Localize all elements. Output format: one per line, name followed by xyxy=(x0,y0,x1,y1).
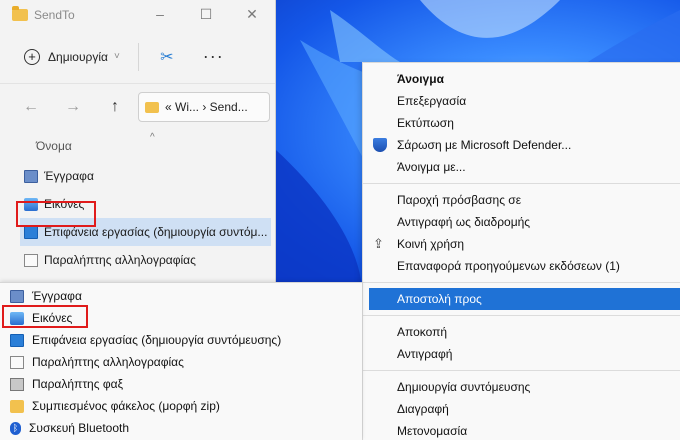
send-to-item-mail-recipient[interactable]: Παραλήπτης αλληλογραφίας xyxy=(0,351,362,373)
up-arrow-icon[interactable]: ↑ xyxy=(104,98,126,116)
scissors-icon[interactable]: ✂ xyxy=(153,47,181,67)
window-title: SendTo xyxy=(34,8,75,22)
back-arrow-icon[interactable]: ← xyxy=(20,98,42,116)
menu-item-label: Άνοιγμα με... xyxy=(397,160,466,174)
menu-item-label: Κοινή χρήση xyxy=(397,237,465,251)
new-button[interactable]: + Δημιουργία ˅ xyxy=(24,48,120,65)
menu-item-open-with[interactable]: Άνοιγμα με... xyxy=(363,156,680,178)
navigation-bar: ← → ↑ « Wi... › Send... xyxy=(0,84,275,130)
menu-item-label: Παροχή πρόσβασης σε xyxy=(397,193,522,207)
send-to-item-documents[interactable]: Έγγραφα xyxy=(0,285,362,307)
title-bar: SendTo – ☐ ✕ xyxy=(0,0,275,30)
menu-item-restore-versions[interactable]: Επαναφορά προηγούμενων εκδόσεων (1) xyxy=(363,255,680,277)
menu-item-label: Διαγραφή xyxy=(397,402,449,416)
send-to-item-label: Επιφάνεια εργασίας (δημιουργία συντόμευσ… xyxy=(32,333,282,347)
more-options-icon[interactable]: ··· xyxy=(203,46,224,67)
menu-item-label: Αντιγραφή xyxy=(397,347,453,361)
menu-item-label: Δημιουργία συντόμευσης xyxy=(397,380,531,394)
menu-item-open[interactable]: Άνοιγμα xyxy=(363,68,680,90)
menu-item-share[interactable]: ⇪ Κοινή χρήση xyxy=(363,233,680,255)
desktop-icon xyxy=(24,225,38,239)
minimize-button[interactable]: – xyxy=(137,0,183,28)
menu-divider xyxy=(363,370,680,371)
share-icon: ⇪ xyxy=(373,236,384,251)
file-name: Παραλήπτης αλληλογραφίας xyxy=(44,253,196,267)
send-to-item-label: Παραλήπτης αλληλογραφίας xyxy=(32,355,184,369)
menu-item-edit[interactable]: Επεξεργασία xyxy=(363,90,680,112)
send-to-item-label: Συμπιεσμένος φάκελος (μορφή zip) xyxy=(32,399,220,413)
chevron-down-icon: ˅ xyxy=(113,51,120,62)
menu-item-print[interactable]: Εκτύπωση xyxy=(363,112,680,134)
name-column-header[interactable]: Όνομα ^ xyxy=(0,130,275,162)
sort-caret-icon: ^ xyxy=(150,132,155,143)
address-bar[interactable]: « Wi... › Send... xyxy=(138,92,270,122)
menu-item-send-to[interactable]: Αποστολή προς xyxy=(369,288,680,310)
menu-item-create-shortcut[interactable]: Δημιουργία συντόμευσης xyxy=(363,376,680,398)
file-row-mail-recipient[interactable]: Παραλήπτης αλληλογραφίας xyxy=(0,246,275,274)
send-to-item-label: Παραλήπτης φαξ xyxy=(32,377,123,391)
shield-icon xyxy=(373,138,387,152)
send-to-item-label: Έγγραφα xyxy=(32,289,82,303)
annotation-highlight-box xyxy=(16,201,96,227)
menu-item-label: Άνοιγμα xyxy=(397,72,444,86)
close-button[interactable]: ✕ xyxy=(229,0,275,28)
mail-recipient-icon xyxy=(10,355,24,369)
file-name: Επιφάνεια εργασίας (δημιουργία συντόμ... xyxy=(44,225,268,239)
column-header-label: Όνομα xyxy=(36,139,72,153)
menu-item-copy-as-path[interactable]: Αντιγραφή ως διαδρομής xyxy=(363,211,680,233)
file-explorer-window: SendTo – ☐ ✕ + Δημιουργία ˅ ✂ ··· ← → ↑ … xyxy=(0,0,276,290)
annotation-highlight-box xyxy=(2,305,88,328)
toolbar-divider xyxy=(137,42,139,71)
menu-item-label: Εκτύπωση xyxy=(397,116,454,130)
plus-icon: + xyxy=(24,48,40,65)
address-path: « Wi... › Send... xyxy=(165,100,248,114)
new-button-label: Δημιουργία xyxy=(48,49,108,64)
window-controls: – ☐ ✕ xyxy=(137,0,275,28)
send-to-item-fax-recipient[interactable]: Παραλήπτης φαξ xyxy=(0,373,362,395)
bluetooth-icon: ᛒ xyxy=(10,421,21,435)
file-row-documents[interactable]: Έγγραφα xyxy=(0,162,275,190)
folder-icon xyxy=(12,6,28,21)
menu-divider xyxy=(363,315,680,316)
context-menu: Άνοιγμα Επεξεργασία Εκτύπωση Σάρωση με M… xyxy=(362,62,680,440)
file-name: Έγγραφα xyxy=(44,169,94,183)
documents-icon xyxy=(24,169,38,183)
mail-recipient-icon xyxy=(24,253,38,267)
menu-divider xyxy=(363,183,680,184)
menu-item-rename[interactable]: Μετονομασία xyxy=(363,420,680,440)
menu-item-label: Αποκοπή xyxy=(397,325,448,339)
send-to-item-bluetooth[interactable]: ᛒ Συσκευή Bluetooth xyxy=(0,417,362,439)
maximize-button[interactable]: ☐ xyxy=(183,0,229,28)
menu-item-label: Επεξεργασία xyxy=(397,94,467,108)
menu-item-label: Αποστολή προς xyxy=(397,292,482,306)
documents-icon xyxy=(10,289,24,303)
menu-item-scan-defender[interactable]: Σάρωση με Microsoft Defender... xyxy=(363,134,680,156)
menu-item-label: Αντιγραφή ως διαδρομής xyxy=(397,215,531,229)
menu-item-label: Σάρωση με Microsoft Defender... xyxy=(397,138,572,152)
menu-item-cut[interactable]: Αποκοπή xyxy=(363,321,680,343)
folder-icon xyxy=(145,101,159,113)
menu-divider xyxy=(363,282,680,283)
menu-item-label: Επαναφορά προηγούμενων εκδόσεων (1) xyxy=(397,259,620,273)
fax-recipient-icon xyxy=(10,377,24,391)
command-bar: + Δημιουργία ˅ ✂ ··· xyxy=(0,30,275,84)
zip-folder-icon xyxy=(10,399,24,413)
menu-item-label: Μετονομασία xyxy=(397,424,468,438)
menu-item-copy[interactable]: Αντιγραφή xyxy=(363,343,680,365)
send-to-item-zip-folder[interactable]: Συμπιεσμένος φάκελος (μορφή zip) xyxy=(0,395,362,417)
desktop-icon xyxy=(10,333,24,347)
menu-item-give-access[interactable]: Παροχή πρόσβασης σε xyxy=(363,189,680,211)
send-to-item-desktop-shortcut[interactable]: Επιφάνεια εργασίας (δημιουργία συντόμευσ… xyxy=(0,329,362,351)
menu-item-delete[interactable]: Διαγραφή xyxy=(363,398,680,420)
forward-arrow-icon[interactable]: → xyxy=(62,98,84,116)
send-to-item-label: Συσκευή Bluetooth xyxy=(29,421,130,435)
